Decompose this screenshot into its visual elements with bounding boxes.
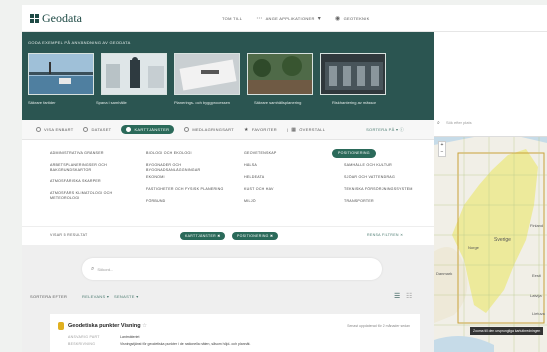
- filter-visa-enbart[interactable]: VISA ENBART: [36, 127, 73, 132]
- category-item[interactable]: BIOLOGI OCH EKOLOGI: [146, 151, 226, 156]
- chevron-down-icon: ▾: [317, 16, 322, 22]
- map-label: Finland: [530, 223, 544, 228]
- active-tag-positionering[interactable]: POSITIONERING ✖: [232, 232, 279, 240]
- app-frame: Geodata TOM TILL ⋯ ANGE APPLIKATIONER ▾ …: [22, 5, 547, 352]
- hero-caption[interactable]: Säkrare samhällsplanering: [254, 100, 301, 105]
- category-item[interactable]: BYGGNADER OCH BYGGNADSANLÄGGNINGAR: [146, 163, 226, 173]
- nav-geoteknik[interactable]: ◉ GEOTEKNIK: [335, 15, 370, 22]
- category-item[interactable]: SAMHÄLLE OCH KULTUR: [344, 163, 424, 168]
- category-item[interactable]: TEKNISKA FÖRSÖRJNINGSSYSTEM: [344, 187, 424, 192]
- radio-icon: [184, 127, 190, 132]
- result-meta-label: BESKRIVNING: [68, 342, 96, 346]
- category-item[interactable]: SJÖAR OCH VATTENDRAG: [344, 175, 424, 180]
- category-item[interactable]: ARBETSPLANERINGSER OCH BAKGRUNDSKARTOR: [50, 163, 130, 173]
- search-input[interactable]: ⌕ Sökord...: [82, 258, 382, 280]
- nav-tom-till[interactable]: TOM TILL: [222, 16, 242, 21]
- sort-latest[interactable]: SENASTE ▾: [114, 294, 139, 299]
- database-icon: [58, 322, 64, 330]
- map-search-icon: ⌕: [437, 120, 440, 126]
- category-item[interactable]: EKONOMI: [146, 175, 226, 180]
- search-icon: ⌕: [91, 265, 95, 272]
- search-section: ⌕ Sökord...: [22, 245, 434, 291]
- category-item[interactable]: MILJÖ: [244, 199, 324, 204]
- apps-icon: ⋯: [256, 16, 263, 22]
- list-view-icon[interactable]: ☰: [394, 292, 401, 300]
- category-item[interactable]: FASTIGHETER OCH FYSISK PLANERING: [146, 187, 226, 192]
- category-item[interactable]: FÖRBUND: [146, 199, 226, 204]
- map-label: Lietuva: [532, 311, 545, 316]
- sort-link[interactable]: SORTERA PÅ ▾ ⓘ: [366, 127, 404, 133]
- sort-relevance[interactable]: RELEVANS ▾: [82, 294, 109, 299]
- category-item[interactable]: KUST OCH HAV: [244, 187, 324, 192]
- hero-caption[interactable]: Planerings- och byggprocessen: [174, 100, 230, 105]
- category-item[interactable]: HÄLSA: [244, 163, 324, 168]
- results-count: VISAR 5 RESULTAT: [50, 233, 88, 237]
- map-label: Danmark: [436, 271, 453, 276]
- hero-image-samhallsplanering[interactable]: [247, 53, 313, 95]
- result-meta-value: Lantmäteriet: [120, 335, 140, 339]
- map-label: Sverige: [494, 237, 511, 243]
- category-grid: ADMINISTRATIVA GRÄNSER ARBETSPLANERINGSE…: [22, 141, 434, 225]
- map-zoom-controls[interactable]: + −: [438, 141, 446, 157]
- hero-thumbnails: [28, 53, 386, 95]
- category-item[interactable]: GEOVETENSKAP: [244, 151, 324, 156]
- category-item[interactable]: HELDEATA: [244, 175, 324, 180]
- filter-bar: VISA ENBART DATASET KARTTJÄNSTER MEDLAGR…: [22, 120, 434, 140]
- category-item[interactable]: ATMOSFÄRISKA SKARPER: [50, 179, 130, 184]
- category-item-selected[interactable]: POSITIONERING: [332, 149, 376, 158]
- category-item[interactable]: ADMINISTRATIVA GRÄNSER: [50, 151, 130, 156]
- top-bar: Geodata TOM TILL ⋯ ANGE APPLIKATIONER ▾ …: [22, 5, 547, 32]
- brand-logo[interactable]: Geodata: [30, 11, 82, 26]
- sort-row: SORTERA EFTER RELEVANS ▾ SENASTE ▾ ☰ ☷: [22, 291, 434, 307]
- map-tooltip: Zooma till den ursprungliga kartutbredni…: [470, 327, 544, 335]
- star-icon: ★: [244, 126, 249, 133]
- map-search[interactable]: ⌕ Sök efter plats: [434, 115, 547, 137]
- radio-icon: [36, 127, 41, 132]
- map-panel[interactable]: ⌕ Sök efter plats + − Sverige Finland Nor…: [434, 115, 547, 352]
- divider-icon: |: [286, 127, 289, 132]
- hero-banner: GODA EXEMPEL PÅ ANVÄNDNING AV GEODATA Sä…: [22, 32, 434, 120]
- hero-image-planering[interactable]: [174, 53, 240, 95]
- result-card[interactable]: Geodetiska punkter Visning ☆ Senast uppd…: [50, 314, 420, 352]
- map-label: Norge: [468, 245, 479, 250]
- map-search-input[interactable]: Sök efter plats: [446, 120, 472, 125]
- top-nav: TOM TILL ⋯ ANGE APPLIKATIONER ▾ ◉ GEOTEK…: [222, 5, 370, 32]
- hero-title: GODA EXEMPEL PÅ ANVÄNDNING AV GEODATA: [28, 40, 131, 45]
- result-updated: Senast uppdaterad för 2 månader sedan: [347, 324, 410, 328]
- grid-view-icon[interactable]: ☷: [406, 292, 413, 300]
- category-item[interactable]: TRANSPORTER: [344, 199, 424, 204]
- radio-checked-icon: [126, 127, 132, 132]
- clear-filters-link[interactable]: RENSA FILTREN ✕: [367, 233, 403, 237]
- results-list: Geodetiska punkter Visning ☆ Senast uppd…: [22, 307, 434, 352]
- filter-karttjanster[interactable]: KARTTJÄNSTER: [121, 125, 175, 134]
- hero-image-samhalle[interactable]: [101, 53, 167, 95]
- sort-label: SORTERA EFTER: [30, 294, 68, 299]
- nav-apps[interactable]: ⋯ ANGE APPLIKATIONER ▾: [256, 15, 321, 22]
- hero-caption[interactable]: Spana i samhälle: [96, 100, 127, 105]
- hero-image-fartider[interactable]: [28, 53, 94, 95]
- hero-caption[interactable]: Riskhantering av mässor: [332, 100, 376, 105]
- map-canvas[interactable]: [434, 115, 547, 352]
- category-item[interactable]: ATMOSFÄRS KLIMATOLOGI OCH METEOROLOGI: [50, 191, 130, 201]
- result-meta-value: Visningstjänst för geodetiska punkter i …: [120, 342, 251, 346]
- logo-icon: [30, 13, 39, 23]
- map-label: Eesti: [532, 273, 541, 278]
- brand-name: Geodata: [42, 10, 82, 25]
- result-meta-label: ANSVARIG PART: [68, 335, 100, 339]
- search-placeholder: Sökord...: [97, 266, 114, 272]
- filter-dataset[interactable]: DATASET: [83, 127, 111, 132]
- eye-icon: ◉: [335, 16, 341, 22]
- result-title[interactable]: Geodetiska punkter Visning ☆: [68, 323, 147, 329]
- hero-image-riskhantering[interactable]: [320, 53, 386, 95]
- filter-medlagringsart[interactable]: MEDLAGRINGSART: [184, 127, 234, 132]
- radio-icon: [83, 127, 89, 132]
- filter-favoriter[interactable]: ★ FAVORITER: [244, 127, 277, 133]
- filter-overstall[interactable]: | ▦ ÖVERSTALL: [287, 127, 325, 133]
- grid-icon: ▦: [291, 126, 297, 133]
- map-label: Latvija: [530, 293, 542, 298]
- hero-caption[interactable]: Säkrare fartider: [28, 100, 56, 105]
- results-bar: VISAR 5 RESULTAT KARTTJÄNSTER ✖ POSITION…: [22, 226, 434, 244]
- active-tag-karttjanster[interactable]: KARTTJÄNSTER ✖: [180, 232, 226, 240]
- favorite-star-icon[interactable]: ☆: [142, 323, 147, 329]
